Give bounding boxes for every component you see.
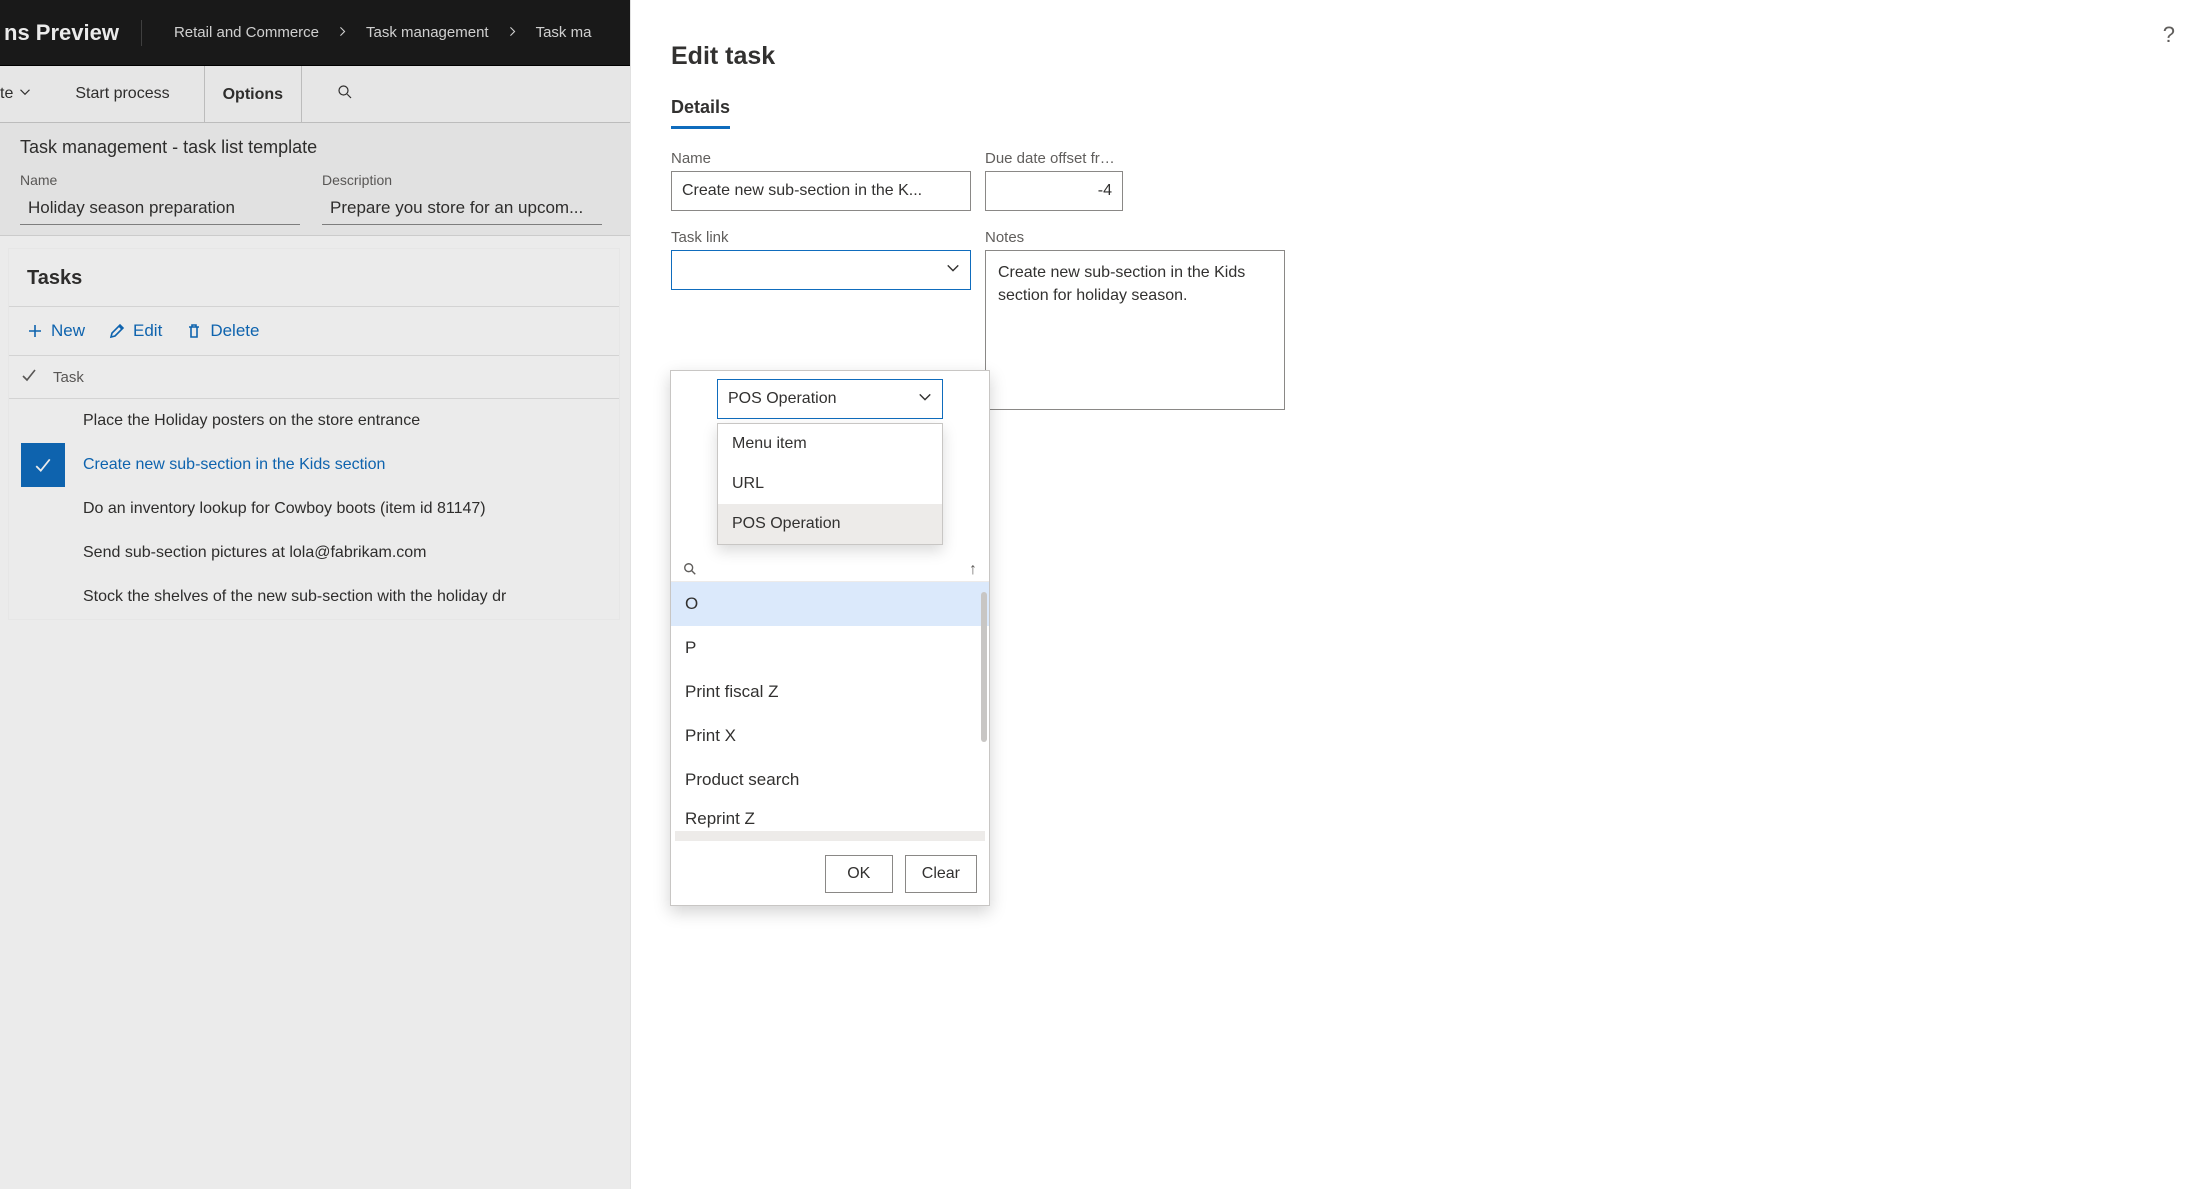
clear-button[interactable]: Clear <box>905 855 977 893</box>
description-field: Description Prepare you store for an upc… <box>322 172 602 225</box>
button-label: Delete <box>210 321 259 341</box>
task-link-lookup-flyout: POS Operation Menu item URL POS Operatio… <box>670 370 990 906</box>
row-marker[interactable] <box>21 399 65 443</box>
task-text: Create new sub-section in the Kids secti… <box>65 456 385 474</box>
options-button[interactable]: Options <box>204 66 302 122</box>
due-offset-input[interactable]: -4 <box>985 171 1123 211</box>
chevron-down-icon <box>918 390 932 409</box>
field-label: Due date offset from target date (+/- ..… <box>985 150 1123 167</box>
action-label: Start process <box>75 85 169 103</box>
link-type-option[interactable]: URL <box>718 464 942 504</box>
action-label: te <box>0 85 13 103</box>
task-text: Do an inventory lookup for Cowboy boots … <box>65 500 486 518</box>
breadcrumb-item[interactable]: Task ma <box>536 24 592 41</box>
help-icon[interactable]: ? <box>2163 22 2175 48</box>
field-label: Name <box>671 150 971 167</box>
row-marker[interactable] <box>21 531 65 575</box>
breadcrumb: Retail and Commerce Task management Task… <box>142 24 592 41</box>
input-value: Create new sub-section in the K... <box>682 182 922 200</box>
task-row[interactable]: Stock the shelves of the new sub-section… <box>9 575 619 619</box>
name-field: Name Holiday season preparation <box>20 172 300 225</box>
lookup-header-row: ↑ <box>671 551 989 581</box>
tasks-heading: Tasks <box>9 249 619 307</box>
task-row[interactable]: Place the Holiday posters on the store e… <box>9 399 619 443</box>
form-header: Task management - task list template Nam… <box>0 123 630 236</box>
chevron-right-icon <box>337 24 348 41</box>
chevron-down-icon <box>19 85 31 103</box>
background-page: ns Preview Retail and Commerce Task mana… <box>0 0 630 1189</box>
operation-row[interactable]: Print fiscal Z <box>671 670 989 714</box>
column-header-task[interactable]: Task <box>37 369 84 386</box>
select-value: POS Operation <box>728 390 837 408</box>
textarea-value: Create new sub-section in the Kids secti… <box>998 264 1245 304</box>
operation-row[interactable]: O <box>671 582 989 626</box>
task-text: Stock the shelves of the new sub-section… <box>65 588 506 606</box>
operation-row[interactable]: Reprint Z <box>671 802 989 831</box>
description-value[interactable]: Prepare you store for an upcom... <box>322 192 602 225</box>
trash-icon <box>186 323 202 339</box>
button-label: Edit <box>133 321 162 341</box>
chevron-right-icon <box>507 24 518 41</box>
delete-button[interactable]: Delete <box>186 321 259 341</box>
search-button[interactable] <box>326 83 364 106</box>
horizontal-scrollbar[interactable] <box>675 831 985 841</box>
input-value: -4 <box>1098 182 1112 200</box>
row-marker[interactable] <box>21 443 65 487</box>
operation-row[interactable]: Product search <box>671 758 989 802</box>
pencil-icon <box>109 323 125 339</box>
start-process-button[interactable]: Start process <box>65 85 179 103</box>
link-type-option[interactable]: POS Operation <box>718 504 942 544</box>
action-pane: te Start process Options <box>0 66 630 123</box>
new-button[interactable]: New <box>27 321 85 341</box>
button-label: New <box>51 321 85 341</box>
task-row[interactable]: Do an inventory lookup for Cowboy boots … <box>9 487 619 531</box>
top-bar: ns Preview Retail and Commerce Task mana… <box>0 0 630 66</box>
row-marker[interactable] <box>21 487 65 531</box>
link-type-options: Menu item URL POS Operation <box>717 423 943 545</box>
ok-button[interactable]: OK <box>825 855 893 893</box>
task-link-dropdown[interactable] <box>671 250 971 290</box>
edit-button[interactable]: Edit <box>109 321 162 341</box>
field-label: Description <box>322 172 602 188</box>
checkmark-icon[interactable] <box>21 367 37 387</box>
task-text: Send sub-section pictures at lola@fabrik… <box>65 544 427 562</box>
operation-list[interactable]: O P Print fiscal Z Print X Product searc… <box>671 581 989 831</box>
app-title-fragment: ns Preview <box>0 20 142 46</box>
link-type-select[interactable]: POS Operation <box>717 379 943 419</box>
plus-icon <box>27 323 43 339</box>
tasks-grid-header: Task <box>9 355 619 399</box>
field-label: Task link <box>671 229 971 246</box>
breadcrumb-item[interactable]: Task management <box>366 24 489 41</box>
tasks-toolbar: New Edit Delete <box>9 307 619 355</box>
field-label: Notes <box>985 229 1285 246</box>
notes-textarea[interactable]: Create new sub-section in the Kids secti… <box>985 250 1285 410</box>
panel-title: Edit task <box>671 42 1291 71</box>
scrollbar-thumb[interactable] <box>981 592 987 742</box>
name-value[interactable]: Holiday season preparation <box>20 192 300 225</box>
tab-strip: Details <box>671 97 1291 130</box>
search-icon[interactable] <box>683 562 697 579</box>
breadcrumb-item[interactable]: Retail and Commerce <box>174 24 319 41</box>
sort-ascending-icon[interactable]: ↑ <box>969 561 977 579</box>
tab-details[interactable]: Details <box>671 97 730 129</box>
action-label: Options <box>223 66 283 123</box>
chevron-down-icon <box>946 261 960 280</box>
row-marker[interactable] <box>21 575 65 619</box>
link-type-option[interactable]: Menu item <box>718 424 942 464</box>
search-icon <box>336 83 354 106</box>
task-row[interactable]: Send sub-section pictures at lola@fabrik… <box>9 531 619 575</box>
task-row[interactable]: Create new sub-section in the Kids secti… <box>9 443 619 487</box>
checkmark-icon <box>34 456 52 474</box>
page-subtitle: Task management - task list template <box>20 137 610 158</box>
operation-row[interactable]: Print X <box>671 714 989 758</box>
tasks-section: Tasks New Edit Delete Task <box>8 248 620 620</box>
operation-row[interactable]: P <box>671 626 989 670</box>
action-item-truncated[interactable]: te <box>0 85 41 103</box>
name-input[interactable]: Create new sub-section in the K... <box>671 171 971 211</box>
task-text: Place the Holiday posters on the store e… <box>65 412 420 430</box>
field-label: Name <box>20 172 300 188</box>
